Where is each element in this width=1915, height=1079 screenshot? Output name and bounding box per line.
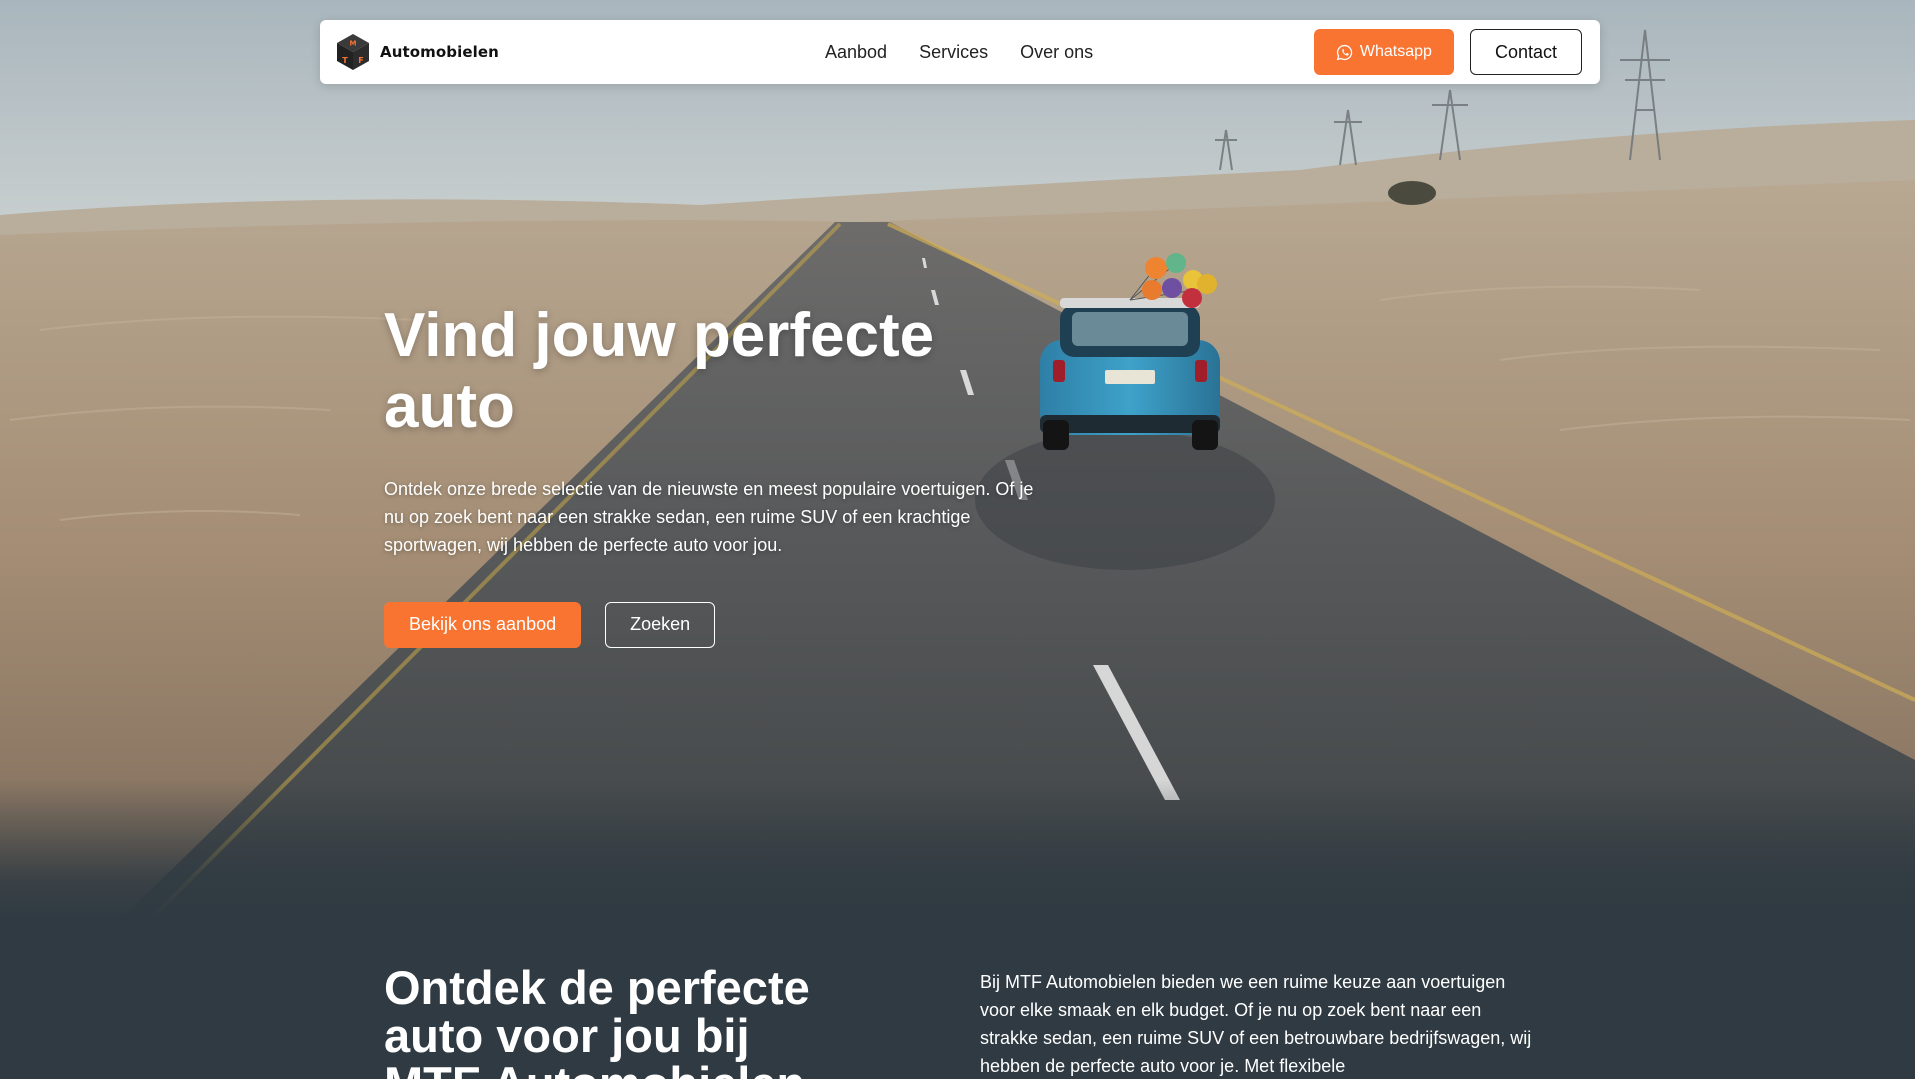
whatsapp-button-label: Whatsapp [1359, 43, 1432, 60]
intro-text: Bij MTF Automobielen bieden we een ruime… [980, 972, 1532, 1076]
navbar: M T F Automobielen Aanbod Services Over … [320, 20, 1600, 84]
nav-link-over-ons[interactable]: Over ons [1020, 42, 1093, 63]
hero-title: Vind jouw perfecte auto [384, 301, 935, 442]
cube-logo-icon: M T F [337, 34, 369, 70]
nav-links: Aanbod Services Over ons [825, 20, 1093, 84]
nav-actions: Whatsapp Contact [1313, 29, 1582, 75]
hero-content: Vind jouw perfecte auto Ontdek onze bred… [384, 300, 1064, 648]
intro-title: Ontdek de perfecte auto voor jou bij MTF… [384, 961, 810, 1079]
svg-text:T: T [342, 56, 348, 65]
hero-description: Ontdek onze brede selectie van de nieuws… [384, 478, 1034, 555]
whatsapp-button[interactable]: Whatsapp [1313, 29, 1454, 75]
hero-bottom-fade [0, 780, 1915, 920]
page: M T F Automobielen Aanbod Services Over … [0, 0, 1915, 1079]
car-illustration [1040, 298, 1220, 450]
search-button[interactable]: Zoeken [605, 601, 716, 648]
nav-link-aanbod[interactable]: Aanbod [825, 42, 887, 63]
nav-link-services[interactable]: Services [919, 42, 988, 63]
brand-logo-link[interactable]: M T F Automobielen [336, 33, 499, 71]
hero-buttons: Bekijk ons aanbod Zoeken [384, 601, 1064, 648]
brand-name: Automobielen [380, 43, 499, 61]
view-offers-button[interactable]: Bekijk ons aanbod [384, 601, 582, 648]
svg-text:M: M [350, 40, 357, 48]
svg-text:F: F [358, 56, 363, 65]
contact-button[interactable]: Contact [1469, 29, 1582, 75]
whatsapp-icon [1336, 44, 1353, 60]
intro-section: Ontdek de perfecte auto voor jou bij MTF… [0, 920, 1915, 1079]
